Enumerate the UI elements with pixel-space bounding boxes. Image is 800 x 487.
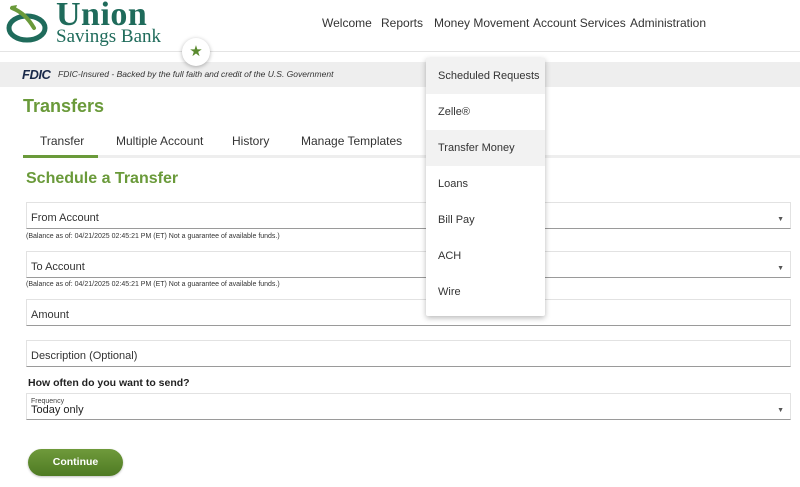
- main-nav: Welcome Reports Money Movement Account S…: [0, 16, 800, 36]
- menu-item-scheduled-requests[interactable]: Scheduled Requests: [426, 58, 545, 94]
- description-label: Description (Optional): [31, 350, 138, 362]
- nav-welcome[interactable]: Welcome: [322, 16, 372, 30]
- frequency-select[interactable]: Frequency Today only ▼: [26, 393, 791, 420]
- amount-label: Amount: [31, 309, 69, 321]
- fdic-disclaimer: FDIC-Insured - Backed by the full faith …: [58, 69, 334, 79]
- frequency-value: Today only: [31, 404, 84, 416]
- menu-item-ach[interactable]: ACH: [426, 238, 545, 274]
- menu-item-transfer-money[interactable]: Transfer Money: [426, 130, 545, 166]
- nav-account-services[interactable]: Account Services: [533, 16, 626, 30]
- description-field[interactable]: Description (Optional): [26, 340, 791, 367]
- from-account-select[interactable]: From Account ▼: [26, 202, 791, 229]
- chevron-down-icon: ▼: [777, 265, 784, 272]
- money-movement-menu: Scheduled Requests Zelle® Transfer Money…: [426, 58, 545, 316]
- chevron-down-icon: ▼: [777, 216, 784, 223]
- favorite-star-icon[interactable]: ★: [182, 38, 210, 66]
- to-account-select[interactable]: To Account ▼: [26, 251, 791, 278]
- menu-item-bill-pay[interactable]: Bill Pay: [426, 202, 545, 238]
- fdic-logo: FDIC: [22, 67, 51, 82]
- menu-item-loans[interactable]: Loans: [426, 166, 545, 202]
- nav-reports[interactable]: Reports: [381, 16, 423, 30]
- continue-button[interactable]: Continue: [28, 449, 123, 476]
- tab-history[interactable]: History: [232, 134, 269, 148]
- active-tab-indicator: [23, 155, 98, 158]
- to-account-balance-note: (Balance as of: 04/21/2025 02:45:21 PM (…: [26, 281, 280, 288]
- tab-multiple-account[interactable]: Multiple Account: [116, 134, 203, 148]
- transfer-tabs: Transfer Multiple Account History Manage…: [23, 130, 800, 158]
- from-account-balance-note: (Balance as of: 04/21/2025 02:45:21 PM (…: [26, 233, 280, 240]
- frequency-question: How often do you want to send?: [28, 377, 190, 389]
- nav-money-movement[interactable]: Money Movement: [434, 16, 529, 30]
- tab-manage-templates[interactable]: Manage Templates: [301, 134, 402, 148]
- fdic-banner: FDIC FDIC-Insured - Backed by the full f…: [0, 62, 800, 87]
- amount-field[interactable]: Amount: [26, 299, 791, 326]
- nav-administration[interactable]: Administration: [630, 16, 706, 30]
- to-account-label: To Account: [31, 261, 85, 273]
- menu-item-zelle[interactable]: Zelle®: [426, 94, 545, 130]
- from-account-label: From Account: [31, 212, 99, 224]
- top-header: Union Savings Bank Welcome Reports Money…: [0, 0, 800, 52]
- chevron-down-icon: ▼: [777, 407, 784, 414]
- tab-transfer[interactable]: Transfer: [40, 134, 84, 148]
- page-title: Transfers: [23, 96, 105, 116]
- section-title: Schedule a Transfer: [26, 170, 179, 187]
- menu-item-wire[interactable]: Wire: [426, 274, 545, 310]
